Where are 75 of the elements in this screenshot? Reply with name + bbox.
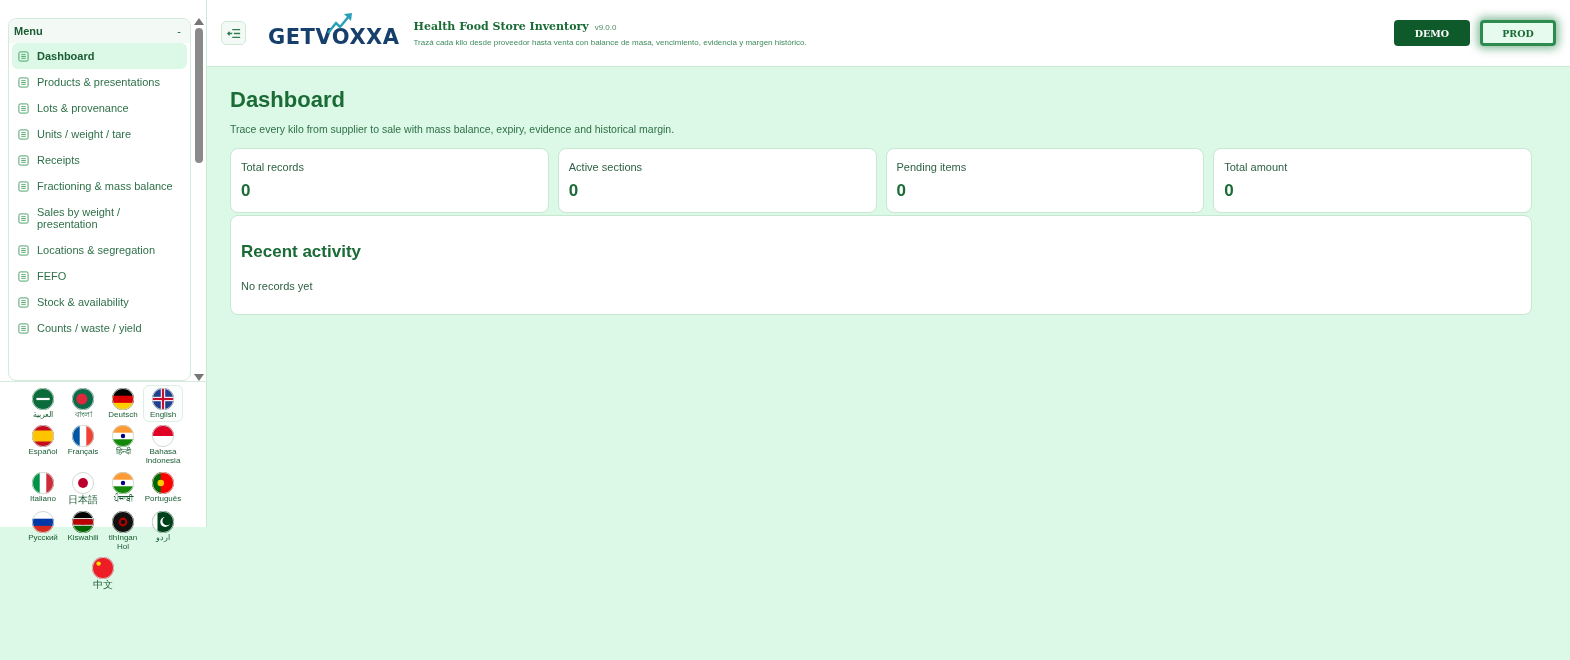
document-icon (18, 128, 29, 140)
stat-value: 0 (1224, 181, 1235, 201)
document-icon (18, 76, 29, 88)
language-option[interactable]: اردو (143, 508, 183, 555)
language-option[interactable]: Français (63, 422, 103, 469)
logo-wordmark: GETVOXXA (268, 25, 400, 49)
document-icon (18, 180, 29, 192)
menu-item[interactable]: Stock & availability (12, 289, 187, 315)
language-option[interactable]: বাংলা (63, 385, 103, 423)
language-option[interactable]: Português (143, 468, 183, 509)
document-icon (18, 102, 29, 114)
document-icon (18, 296, 29, 308)
flag-icon (152, 388, 174, 410)
page-title: Dashboard (230, 87, 346, 113)
menu-item[interactable]: Lots & provenance (12, 95, 187, 121)
document-icon (18, 154, 29, 166)
flag-icon (72, 471, 94, 494)
menu-item[interactable]: Counts / waste / yield (12, 315, 187, 341)
empty-message: No records yet (241, 280, 313, 292)
language-option[interactable]: 日本語 (63, 468, 103, 509)
menu-item[interactable]: Units / weight / tare (12, 121, 187, 147)
menu-item[interactable]: Receipts (12, 147, 187, 173)
version-label: v9.0.0 (594, 22, 617, 32)
menu-item[interactable]: Products & presentations (12, 69, 187, 95)
language-option[interactable]: Русский (23, 508, 63, 555)
environment-button[interactable]: PROD (1480, 20, 1556, 46)
environment-button[interactable]: DEMO (1394, 20, 1470, 46)
language-option[interactable]: Español (23, 422, 63, 469)
stat-label: Active sections (568, 161, 644, 173)
language-option[interactable]: ਪੰਜਾਬੀ (103, 468, 143, 509)
flag-icon (112, 388, 134, 410)
stat-label: Pending items (896, 161, 968, 173)
language-option[interactable]: English (143, 385, 183, 423)
menu-title: Menu (14, 25, 43, 37)
flag-icon (32, 388, 54, 410)
collapse-menu-icon (226, 27, 241, 39)
language-option[interactable]: Deutsch (103, 385, 143, 423)
language-option[interactable]: Bahasa Indonesia (143, 422, 183, 469)
flag-icon (92, 557, 114, 580)
stat-label: Total records (241, 161, 305, 173)
document-icon (18, 322, 29, 334)
language-option[interactable]: Italiano (23, 468, 63, 509)
flag-icon (32, 425, 54, 448)
language-option[interactable]: العربية (23, 385, 63, 423)
menu-item[interactable]: Sales by weight / presentation (12, 199, 187, 237)
flag-icon (152, 471, 174, 494)
menu-item[interactable]: FEFO (12, 263, 187, 289)
menu-item[interactable]: Locations & segregation (12, 237, 187, 263)
document-icon (18, 212, 29, 224)
flag-icon (112, 511, 134, 534)
stat-value: 0 (896, 181, 907, 201)
stat-value: 0 (568, 181, 580, 201)
flag-icon (32, 471, 54, 494)
menu-item[interactable]: Fractioning & mass balance (12, 173, 187, 199)
menu-item[interactable]: Dashboard (12, 43, 187, 69)
app-subtitle: Trazá cada kilo desde proveedor hasta venta con balance de masa, vencimiento, evidencia y margen histórico. (413, 37, 807, 47)
document-icon (18, 50, 29, 62)
page-subtitle: Trace every kilo from supplier to sale with mass balance, expiry, evidence and historical margin. (230, 123, 676, 135)
stat-label: Total amount (1224, 161, 1289, 173)
language-option[interactable]: tlhIngan Hol (103, 508, 143, 555)
document-icon (18, 244, 29, 256)
collapse-button[interactable]: - (173, 25, 185, 37)
flag-icon (152, 425, 174, 448)
flag-icon (112, 471, 134, 494)
document-icon (18, 270, 29, 282)
flag-icon (72, 388, 94, 410)
language-option[interactable]: हिन्दी (103, 422, 143, 469)
language-option[interactable]: 中文 (83, 554, 123, 594)
flag-icon (112, 425, 134, 448)
stat-value: 0 (241, 181, 252, 201)
app-title: Health Food Store Inventory (413, 19, 589, 33)
flag-icon (72, 425, 94, 448)
sidebar-toggle-button[interactable] (221, 21, 246, 45)
language-option[interactable]: Kiswahili (63, 508, 103, 555)
card-title: Recent activity (241, 242, 361, 262)
